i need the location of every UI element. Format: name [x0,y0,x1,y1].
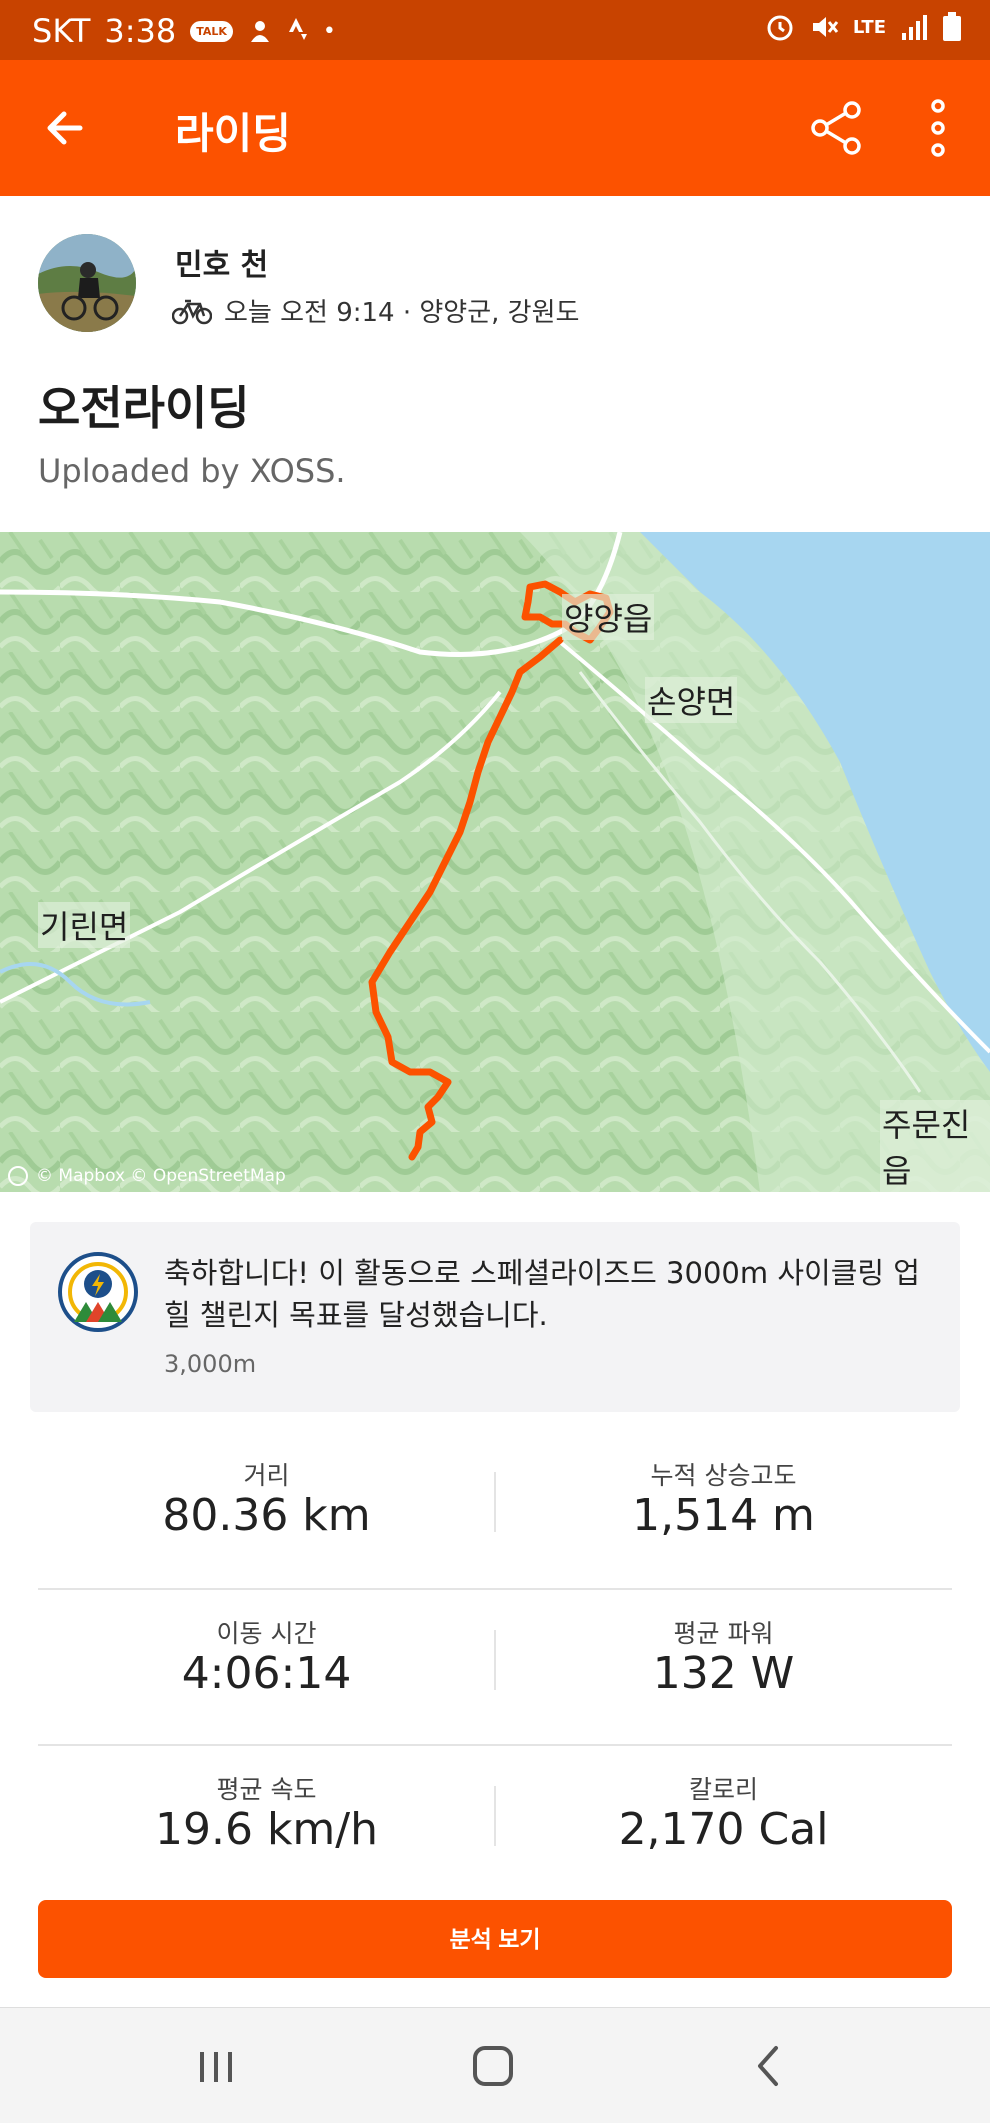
stat-value: 132 W [652,1648,795,1699]
recent-apps-icon[interactable] [186,2038,246,2094]
system-nav-bar [0,2007,990,2123]
stat-value: 4:06:14 [181,1648,352,1699]
stat-label: 평균 속도 [216,1775,317,1804]
app-bar: 라이딩 [0,60,990,196]
map-label-sonyang: 손양면 [645,677,738,723]
stat-value: 1,514 m [632,1490,815,1541]
status-right: LTE [765,12,962,42]
strava-icon [288,18,307,40]
map-attribution[interactable]: © Mapbox © OpenStreetMap [8,1166,286,1186]
athlete-name[interactable]: 민호 천 [175,240,268,284]
stat-label: 누적 상승고도 [650,1461,797,1490]
stat-calories: 칼로리 2,170 Cal [495,1746,952,1902]
stats-row: 이동 시간 4:06:14 평균 파워 132 W [38,1588,952,1744]
route-map[interactable]: 양양읍 손양면 기린면 주문진읍 © Mapbox © OpenStreetMa… [0,532,990,1192]
stat-label: 이동 시간 [216,1619,317,1648]
stat-label: 칼로리 [688,1775,758,1804]
map-label-yangyang: 양양읍 [562,594,655,640]
kakaotalk-icon: TALK [190,20,233,42]
avatar[interactable] [38,234,136,332]
activity-meta-text: 오늘 오전 9:14 · 양양군, 강원도 [224,298,580,328]
stats-row: 거리 80.36 km 누적 상승고도 1,514 m [38,1432,952,1588]
activity-meta: 오늘 오전 9:14 · 양양군, 강원도 [172,292,579,329]
share-icon[interactable] [806,98,866,158]
stats-grid: 거리 80.36 km 누적 상승고도 1,514 m 이동 시간 4:06:1… [38,1432,952,1900]
stat-elevation-gain: 누적 상승고도 1,514 m [495,1432,952,1588]
home-icon[interactable] [463,2038,523,2094]
status-left: SKT 3:38 TALK • [32,12,336,50]
notification-icon [250,21,269,42]
stat-label: 평균 파워 [673,1619,774,1648]
stat-distance: 거리 80.36 km [38,1432,495,1588]
alarm-icon [767,15,793,41]
lte-label: LTE [852,16,886,38]
stats-row: 평균 속도 19.6 km/h 칼로리 2,170 Cal [38,1744,952,1900]
mute-icon [812,17,839,37]
achievement-subtext: 3,000m [164,1350,257,1378]
map-label-girin: 기린면 [38,902,131,948]
stat-avg-speed: 평균 속도 19.6 km/h [38,1746,495,1902]
battery-icon [943,12,961,41]
stat-label: 거리 [243,1461,290,1490]
mapbox-logo-icon [8,1166,28,1186]
activity-description: Uploaded by XOSS. [38,452,346,490]
back-arrow-icon[interactable] [40,100,96,156]
status-bar: SKT 3:38 TALK • LTE [0,0,990,60]
map-label-jumunjin: 주문진읍 [880,1100,990,1192]
activity-title: 오전라이딩 [38,381,250,435]
back-icon[interactable] [740,2038,800,2094]
map-terrain [0,532,990,1192]
bicycle-icon [172,299,212,324]
stat-value: 19.6 km/h [154,1804,378,1855]
clock: 3:38 [104,12,177,50]
stat-avg-power: 평균 파워 132 W [495,1590,952,1746]
achievement-card[interactable]: 축하합니다! 이 활동으로 스페셜라이즈드 3000m 사이클링 업힐 챌린지 … [30,1222,960,1412]
signal-icon [902,15,927,40]
stat-value: 80.36 km [162,1490,371,1541]
stat-moving-time: 이동 시간 4:06:14 [38,1590,495,1746]
stat-value: 2,170 Cal [618,1804,829,1855]
view-analysis-button[interactable]: 분석 보기 [38,1900,952,1978]
challenge-badge-icon [58,1252,138,1332]
map-attribution-text: © Mapbox © OpenStreetMap [36,1166,286,1186]
more-vertical-icon[interactable] [916,96,960,160]
carrier-label: SKT [32,12,91,50]
page-title: 라이딩 [175,109,291,158]
achievement-text: 축하합니다! 이 활동으로 스페셜라이즈드 3000m 사이클링 업힐 챌린지 … [164,1256,920,1332]
more-notifications-dot-icon: • [322,18,336,44]
avatar-photo [38,234,136,332]
